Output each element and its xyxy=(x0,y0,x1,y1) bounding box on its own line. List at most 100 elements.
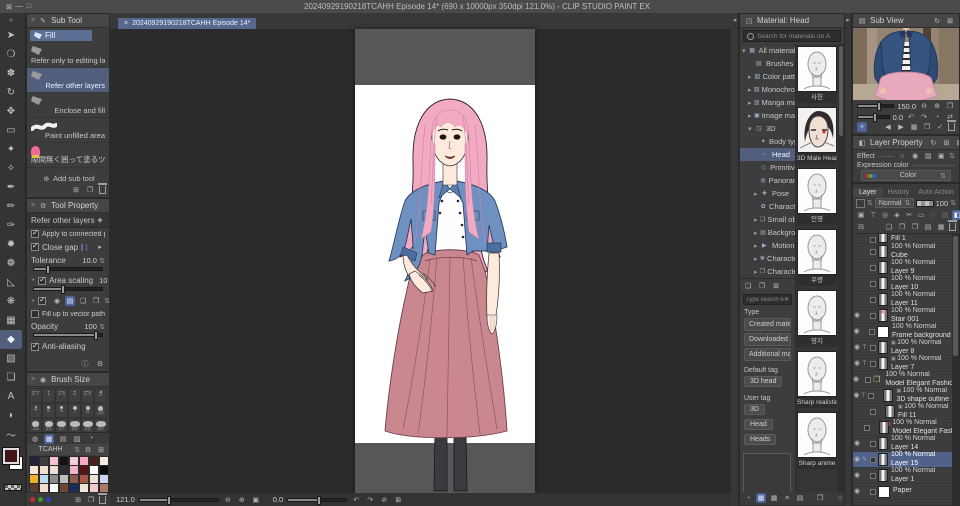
edit-color-set-icon[interactable]: ⚙ xyxy=(83,445,93,455)
layer-checkbox[interactable] xyxy=(870,489,876,495)
fill-tool[interactable]: ◆ xyxy=(0,330,22,349)
new-folder-icon[interactable]: ❒ xyxy=(910,222,920,232)
clip-icon[interactable]: ⊤ xyxy=(861,360,868,367)
material-tree-item-primitive[interactable]: ◇Primitive xyxy=(740,161,795,174)
figure-tool[interactable]: ▦ xyxy=(0,311,22,330)
draft-layer-icon[interactable]: ◧ xyxy=(952,210,960,220)
brush-size-cell[interactable]: 1.5 xyxy=(55,388,68,403)
palette-color-icon[interactable] xyxy=(856,199,865,208)
sub-view-zoom-slider[interactable] xyxy=(857,104,894,108)
layer-checkbox[interactable] xyxy=(864,425,870,431)
history-tab-icon[interactable]: ◔ xyxy=(86,434,96,444)
area-scaling-value[interactable]: 10 xyxy=(99,276,107,285)
list-view-icon[interactable]: ≡ xyxy=(782,493,792,503)
layer-checkbox[interactable] xyxy=(870,297,876,303)
material-tree-item-background[interactable]: ▸▤Background xyxy=(740,226,795,239)
layer-visibility-icon[interactable]: ◉ xyxy=(853,328,860,335)
layer-visibility-icon[interactable]: ◉ xyxy=(853,360,861,367)
tab-auto-action[interactable]: Auto Action xyxy=(914,188,957,197)
effect-stepper[interactable]: ⇅ xyxy=(949,152,955,160)
user-tag-head[interactable]: Head xyxy=(744,419,773,430)
color-swatch[interactable] xyxy=(39,483,49,493)
brush-size-cell[interactable]: 17 xyxy=(55,418,68,433)
vector-path-checkbox[interactable] xyxy=(31,310,39,318)
merge-layer-icon[interactable]: ▦ xyxy=(936,222,946,232)
approx-color-tab-icon[interactable]: ▨ xyxy=(72,434,82,444)
eraser-tool[interactable]: ◺ xyxy=(0,273,22,292)
fit-to-screen-icon[interactable]: ▣ xyxy=(251,495,261,505)
brush-size-cell[interactable]: 0.7 xyxy=(29,388,42,403)
material-card[interactable]: Sharp anime xyxy=(797,412,837,469)
color-set-tab-icon[interactable]: ▦ xyxy=(44,434,54,444)
color-set-dot[interactable] xyxy=(38,497,43,502)
color-set-name[interactable]: TCAHH xyxy=(30,446,71,453)
object-tool[interactable]: ➤ xyxy=(0,26,22,45)
tab-layer[interactable]: Layer xyxy=(853,188,883,197)
rotate-left-icon[interactable]: ↶ xyxy=(351,495,361,505)
clip-icon[interactable]: ⊤ xyxy=(860,392,866,399)
window-close-icon[interactable]: ⊠ xyxy=(4,2,14,12)
brush-size-cell[interactable]: 8 xyxy=(81,403,94,418)
area-scaling-checkbox[interactable] xyxy=(38,277,46,285)
expression-color-dropdown[interactable]: Color ⇅ xyxy=(861,170,951,181)
tolerance-stepper[interactable]: ⇅ xyxy=(99,258,105,265)
material-card[interactable]: 인영 xyxy=(797,168,837,225)
sub-tool-group-fill[interactable]: Fill xyxy=(30,30,92,41)
tag-search-box[interactable]: Type search key... ✕ xyxy=(743,294,792,305)
sub-view-zoom-value[interactable]: 150.0 xyxy=(897,102,916,111)
move-layer-tool[interactable]: ✥ xyxy=(0,102,22,121)
opacity-slider[interactable] xyxy=(33,333,103,337)
type-additional-button[interactable]: Additional materials xyxy=(744,348,791,361)
brush-size-cell[interactable]: 15 xyxy=(42,418,55,433)
reset-rotation-icon[interactable]: ⊘ xyxy=(379,495,389,505)
material-card[interactable]: Sharp realistic xyxy=(797,351,837,408)
sub-view-open-icon[interactable]: ❒ xyxy=(922,122,932,132)
panel-grip[interactable]: ≡ xyxy=(31,202,35,209)
expand-icon[interactable]: + xyxy=(31,277,35,284)
clip-at-layer-icon[interactable]: ⊤ xyxy=(868,210,878,220)
sub-tool-item[interactable]: Refer other layers xyxy=(27,68,109,93)
sub-tool-item[interactable]: Refer only to editing layer xyxy=(27,43,109,68)
rotate-slider[interactable] xyxy=(287,498,347,502)
replace-color-icon[interactable]: ❐ xyxy=(86,495,96,505)
material-card[interactable]: 영지 xyxy=(797,290,837,347)
brush-size-cell[interactable]: 2.5 xyxy=(81,388,94,403)
layer-scrollbar[interactable] xyxy=(953,236,958,356)
tree-arrow-icon[interactable]: ▸ xyxy=(754,216,758,224)
material-tree-item-pose[interactable]: ▸✚Pose xyxy=(740,187,795,200)
blend-tool[interactable]: ❋ xyxy=(0,292,22,311)
sub-view-list-icon[interactable]: ▦ xyxy=(909,122,919,132)
selection-tool[interactable]: ▭ xyxy=(0,121,22,140)
color-swatch[interactable] xyxy=(99,483,109,493)
material-card[interactable]: 3D Male Head2 xyxy=(797,107,837,164)
sub-view-reset-icon[interactable]: ◔ xyxy=(932,112,942,122)
brush-size-cell[interactable]: 2 xyxy=(68,388,81,403)
refresh-icon[interactable]: ↻ xyxy=(928,138,938,148)
layer-checkbox[interactable] xyxy=(869,329,875,335)
tree-arrow-icon[interactable]: ▸ xyxy=(754,255,758,263)
zoom-slider[interactable] xyxy=(139,498,219,502)
reference-layer-icon[interactable]: ▧ xyxy=(940,210,950,220)
collapse-material-icon[interactable]: ◂ xyxy=(733,16,737,24)
ruler-icon[interactable]: ◎ xyxy=(880,210,890,220)
layer-checkbox[interactable] xyxy=(870,409,876,415)
brush-size-cell[interactable]: 1 xyxy=(42,388,55,403)
material-tree-item-3d[interactable]: ▾◳3D xyxy=(740,122,795,135)
tolerance-slider[interactable] xyxy=(33,267,103,271)
material-tree-item-brushes[interactable]: ▤Brushes xyxy=(740,57,795,70)
area-scaling-slider[interactable] xyxy=(33,287,103,291)
color-slider-tab-icon[interactable]: ▤ xyxy=(58,434,68,444)
material-tree-item-head[interactable]: ◔Head xyxy=(740,148,795,161)
sub-view-fit-icon[interactable]: ❐ xyxy=(945,101,955,111)
color-swatch[interactable] xyxy=(49,483,59,493)
layer-checkbox[interactable] xyxy=(870,457,876,463)
refer-all-layers-icon[interactable]: ◉ xyxy=(52,296,62,306)
material-tree-item-image-material[interactable]: ▸▣Image material xyxy=(740,109,795,122)
sub-view-delete-icon[interactable] xyxy=(948,123,955,131)
layer-row[interactable]: ▣ 100 % NormalFill 11 xyxy=(853,404,952,420)
tree-dup-icon[interactable]: ❐ xyxy=(757,281,767,291)
tolerance-value[interactable]: 10.0 xyxy=(82,256,97,265)
layer-opacity-value[interactable]: 100 xyxy=(936,199,949,208)
close-gap-expand-icon[interactable]: ▸ xyxy=(95,242,105,252)
layer-row[interactable]: ◉100 % NormalFrame background 1 xyxy=(853,324,952,340)
